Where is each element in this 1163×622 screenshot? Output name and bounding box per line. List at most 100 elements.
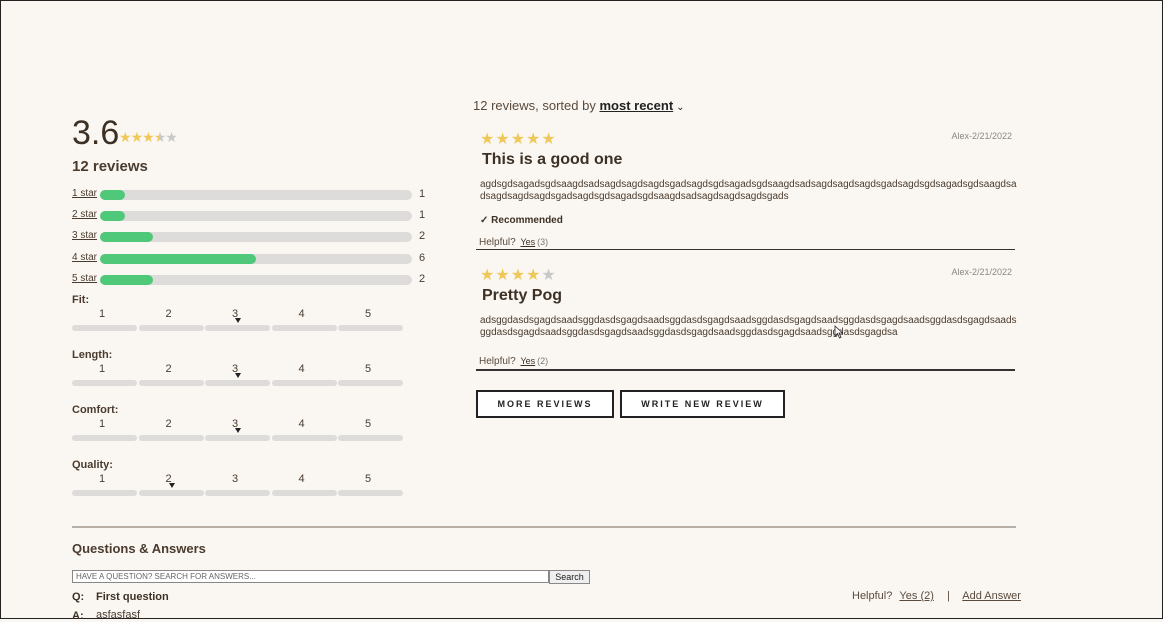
characteristic-scale-number: 2: [165, 363, 172, 375]
qa-helpful-yes-link[interactable]: Yes (2): [899, 590, 933, 602]
more-reviews-button[interactable]: MORE REVIEWS: [476, 390, 614, 418]
qa-separator: |: [946, 590, 950, 602]
rating-bar-track: [100, 274, 412, 285]
characteristic-scale-number: 4: [298, 418, 305, 430]
star-icon: ★: [495, 131, 511, 148]
star-icon: ★: [130, 129, 144, 145]
characteristic-scale-number: 2: [165, 308, 172, 320]
characteristic-scale-segment: [205, 490, 270, 496]
characteristic-scale-number: 1: [98, 363, 106, 375]
qa-search-input[interactable]: [72, 570, 549, 583]
characteristic-scale-number: 4: [298, 473, 305, 485]
star-icon: ★: [495, 267, 511, 284]
review-helpful-yes-link[interactable]: Yes: [520, 356, 535, 366]
sort-dropdown[interactable]: most recent: [599, 98, 673, 113]
review-helpful-count: (3): [537, 237, 549, 247]
rating-bar-track: [100, 253, 412, 264]
write-review-button[interactable]: WRITE NEW REVIEW: [620, 390, 785, 418]
rating-filter-link[interactable]: 5 star: [72, 273, 97, 284]
characteristic-scale-number: 5: [364, 308, 372, 320]
review-helpful: Helpful? Yes (2): [479, 356, 548, 367]
review-title: This is a good one: [482, 151, 623, 168]
characteristic-scale: Comfort: 1 2 3 4 5: [72, 404, 412, 444]
rating-bar-fill: [100, 211, 125, 222]
qa-helpful-label: Helpful?: [852, 590, 893, 602]
characteristic-scale-segment: [271, 325, 337, 331]
characteristic-scale-segment: [205, 325, 270, 331]
review-author-date: Alex-2/21/2022: [951, 131, 1012, 141]
characteristic-title: Quality:: [72, 459, 113, 471]
review-author-date: Alex-2/21/2022: [951, 267, 1012, 277]
characteristic-scale-number: 4: [298, 308, 305, 320]
rating-bar-track: [100, 211, 412, 222]
characteristic-scale-segment: [205, 435, 270, 441]
star-icon: ★: [541, 267, 557, 284]
characteristic-title: Length:: [72, 349, 113, 361]
characteristic-scale-number: 1: [98, 308, 106, 320]
characteristic-scale-number: 1: [98, 473, 106, 485]
rating-bar-row: 1 star 1: [72, 188, 432, 202]
rating-bar-track: [100, 190, 412, 200]
qa-heading: Questions & Answers: [72, 541, 206, 556]
characteristic-scale-segment: [338, 435, 403, 441]
star-icon: ★: [165, 129, 178, 145]
characteristic-scale-segment: [72, 325, 137, 331]
rating-filter-link[interactable]: 4 star: [72, 252, 97, 263]
rating-bar-fill: [100, 274, 154, 285]
review-body: adsggdasdsgagdsaadsggdasdsgagdsaadsggdas…: [480, 315, 1017, 338]
review-stars: ★★★★★: [480, 265, 557, 285]
characteristic-scale-segment: [138, 435, 204, 441]
characteristic-scale-number: 5: [364, 363, 372, 375]
answer-label: A:: [72, 610, 84, 622]
characteristic-scale-number: 1: [98, 418, 106, 430]
question-text: First question: [96, 591, 169, 603]
rating-bar-count: 1: [419, 209, 426, 222]
rating-bar-track: [100, 232, 412, 243]
characteristic-scale: Length: 1 2 3 4 5: [72, 349, 412, 389]
qa-helpful: Helpful? Yes (2) | Add Answer: [852, 590, 1021, 602]
characteristic-scale-segment: [338, 490, 403, 496]
review-count-heading: 12 reviews: [72, 158, 148, 175]
rating-bar-count: 2: [419, 230, 426, 243]
characteristic-title: Comfort:: [72, 404, 119, 416]
star-icon: ★: [510, 131, 527, 148]
add-answer-link[interactable]: Add Answer: [962, 590, 1021, 602]
rating-filter-link[interactable]: 2 star: [72, 209, 97, 220]
characteristic-scale-number: 3: [231, 473, 239, 485]
rating-bar-fill: [100, 232, 154, 243]
chevron-down-icon[interactable]: ⌄: [676, 102, 684, 113]
review-stars: ★★★★★: [480, 129, 557, 149]
characteristic-marker-icon: [168, 483, 175, 488]
rating-bar-count: 1: [419, 188, 426, 200]
rating-bar-row: 3 star 2: [72, 230, 432, 244]
qa-search-button[interactable]: Search: [549, 570, 590, 584]
average-rating-stars: ★★★★★: [119, 129, 178, 146]
rating-bar-row: 5 star 2: [72, 273, 432, 287]
characteristic-scale-number: 5: [364, 418, 372, 430]
characteristic-marker-icon: [235, 373, 241, 378]
sort-control: 12 reviews, sorted by most recent ⌄: [473, 98, 685, 113]
rating-filter-link[interactable]: 3 star: [72, 230, 97, 241]
review-body: agdsgdsagadsgdsaagdsadsagdsagdsagdsgadsa…: [480, 179, 1017, 202]
star-icon: ★: [480, 131, 496, 148]
characteristic-scale: Fit: 1 2 3 4 5: [72, 294, 412, 334]
rating-bar-row: 4 star 6: [72, 252, 432, 266]
review-helpful-label: Helpful?: [479, 356, 516, 367]
sort-prefix: 12 reviews, sorted by: [473, 98, 596, 113]
review-divider: [476, 369, 1015, 371]
review-recommended: ✓ Recommended: [480, 215, 563, 226]
characteristic-scale-segment: [271, 490, 337, 496]
characteristic-scale-segment: [205, 380, 270, 386]
star-icon: ★: [119, 129, 132, 145]
star-icon: ★: [153, 129, 167, 145]
characteristic-scale-segment: [72, 490, 137, 496]
review-helpful-yes-link[interactable]: Yes: [520, 237, 535, 247]
rating-bar-fill: [100, 190, 125, 200]
star-icon: ★: [480, 267, 496, 284]
rating-bar-row: 2 star 1: [72, 209, 432, 223]
characteristic-scale-segment: [338, 380, 403, 386]
rating-filter-link[interactable]: 1 star: [72, 188, 97, 199]
characteristic-scale-number: 5: [364, 473, 372, 485]
average-rating: 3.6: [72, 114, 120, 152]
characteristic-scale-segment: [271, 380, 337, 386]
